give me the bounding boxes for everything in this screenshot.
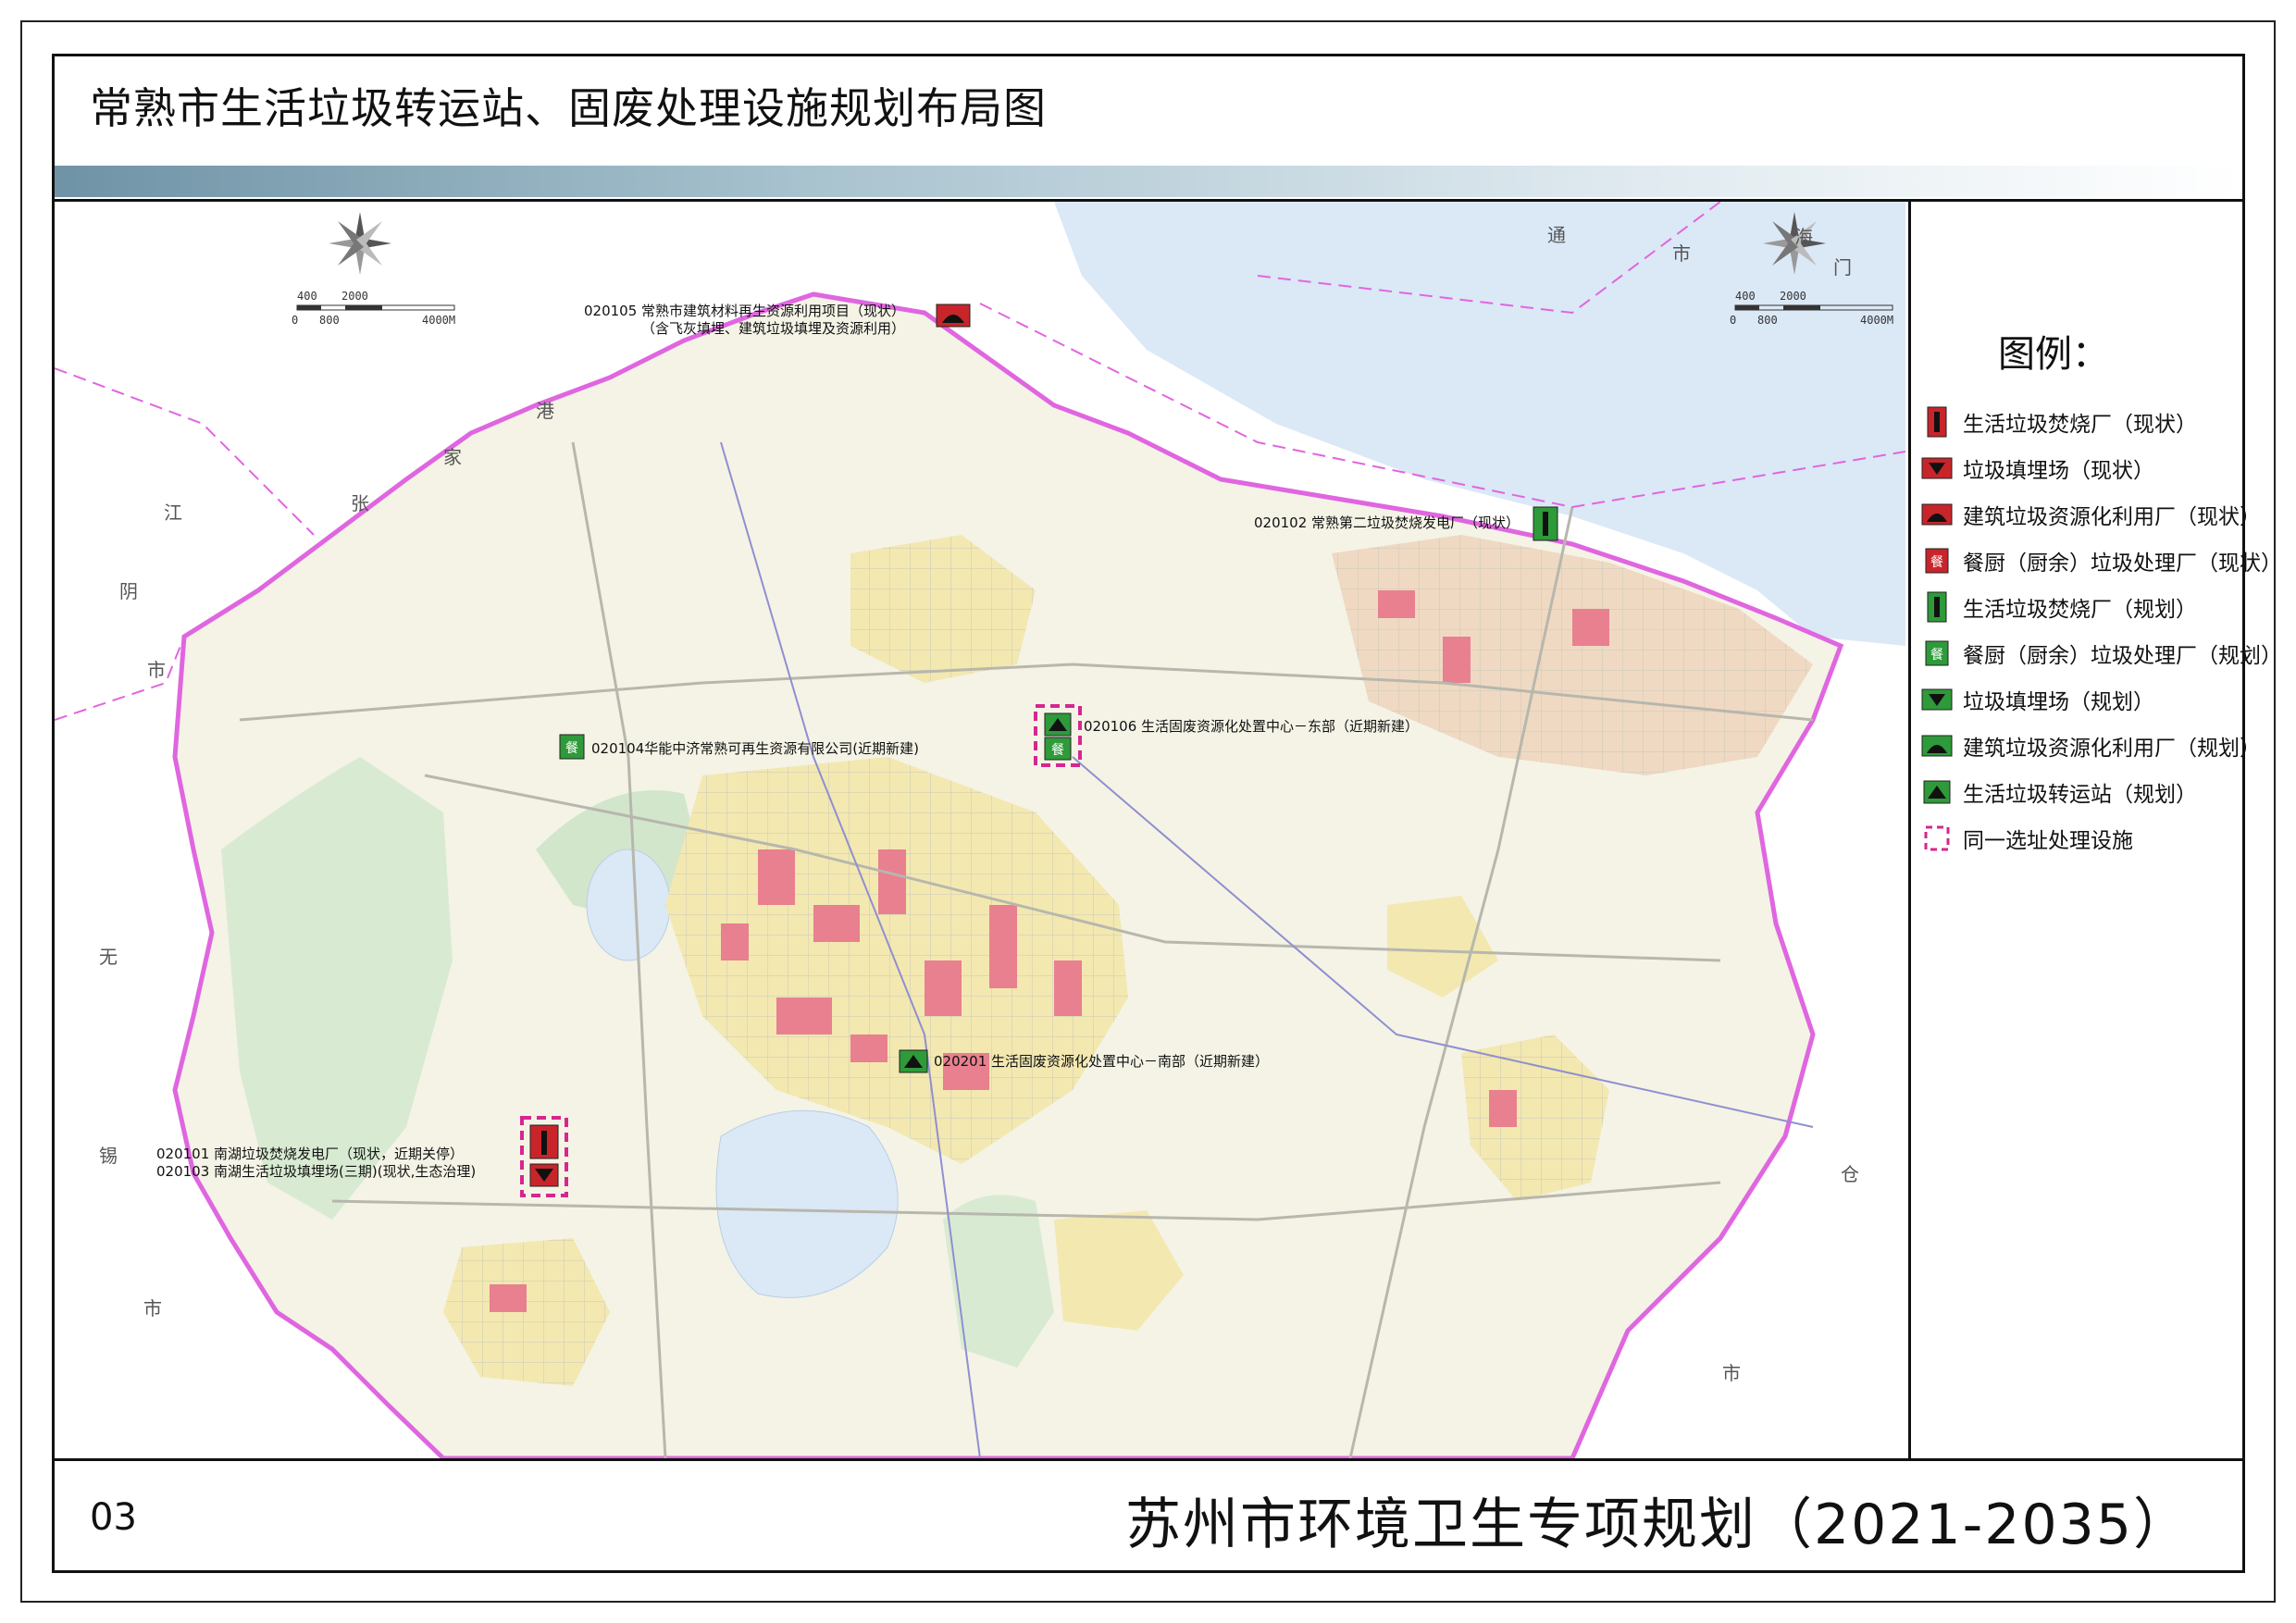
legend-label: 垃圾填埋场（规划） xyxy=(1963,690,2154,714)
place-label: 仓 xyxy=(1841,1163,1859,1185)
kitchen-waste-planned-icon: 餐 xyxy=(1044,737,1072,761)
legend-item: 餐 餐厨（厨余）垃圾处理厂（现状） xyxy=(1920,542,2282,579)
place-label: 江 xyxy=(164,502,182,524)
legend-label: 生活垃圾转运站（规划） xyxy=(1963,783,2197,807)
legend-label: 生活垃圾焚烧厂（规划） xyxy=(1963,598,2197,622)
legend-label: 餐厨（厨余）垃圾处理厂（规划） xyxy=(1963,644,2282,668)
kitchen-waste-planned-icon: 餐 xyxy=(559,734,585,760)
map-panel[interactable]: 400 2000 0 800 4000M 400 2000 0 800 4000… xyxy=(55,202,1905,1458)
place-label: 家 xyxy=(443,446,462,468)
facility-label-020102: 020102 常熟第二垃圾焚烧发电厂（现状） xyxy=(1254,514,1520,531)
landfill-existing-icon xyxy=(1921,457,1953,479)
incinerator-existing-icon xyxy=(1927,406,1947,438)
construction-waste-planned-icon xyxy=(1921,735,1953,757)
scale-label: 4000M xyxy=(1860,314,1893,327)
legend-label: 建筑垃圾资源化利用厂（规划） xyxy=(1963,737,2261,761)
kitchen-waste-existing-icon: 餐 xyxy=(1925,548,1949,574)
scale-label: 4000M xyxy=(422,314,455,327)
place-label: 锡 xyxy=(99,1145,118,1167)
landfill-existing-icon xyxy=(529,1163,559,1187)
page-number: 03 xyxy=(90,1496,137,1539)
scale-label: 2000 xyxy=(1780,290,1806,303)
incinerator-planned-icon xyxy=(1533,506,1558,541)
legend-label: 餐厨（厨余）垃圾处理厂（现状） xyxy=(1963,551,2282,576)
facility-label-020104: 020104华能中济常熟可再生资源有限公司(近期新建) xyxy=(591,740,919,757)
scale-label: 800 xyxy=(1757,314,1778,327)
svg-text:餐: 餐 xyxy=(1051,743,1064,758)
scale-label: 2000 xyxy=(341,290,368,303)
facility-label-020105: 020105 常熟市建筑材料再生资源利用项目（现状） （含飞灰填埋、建筑垃圾填埋… xyxy=(584,303,906,337)
construction-waste-existing-icon xyxy=(1921,503,1953,526)
legend-item: 建筑垃圾资源化利用厂（规划） xyxy=(1920,727,2261,764)
facility-label-020201: 020201 生活固废资源化处置中心－南部（近期新建） xyxy=(934,1053,1270,1070)
scale-label: 400 xyxy=(297,290,317,303)
legend-item: 餐 餐厨（厨余）垃圾处理厂（规划） xyxy=(1920,635,2282,672)
place-label: 阴 xyxy=(119,580,138,602)
place-label: 市 xyxy=(1672,242,1691,265)
svg-text:餐: 餐 xyxy=(565,741,578,756)
transfer-station-planned-icon xyxy=(1044,712,1072,737)
map-sheet: 常熟市生活垃圾转运站、固废处理设施规划布局图 400 2000 0 800 40… xyxy=(52,54,2282,1573)
document-title: 苏州市环境卫生专项规划（2021-2035） xyxy=(1124,1493,2191,1557)
scale-label: 400 xyxy=(1735,290,1756,303)
lake-kunchenghu xyxy=(586,849,671,961)
svg-text:餐: 餐 xyxy=(1930,648,1943,663)
scale-label: 0 xyxy=(292,314,298,327)
legend-label: 垃圾填埋场（现状） xyxy=(1963,459,2154,483)
place-label: 市 xyxy=(147,659,166,681)
facility-label-020106: 020106 生活固废资源化处置中心－东部（近期新建） xyxy=(1084,718,1420,735)
legend-label: 同一选址处理设施 xyxy=(1963,829,2133,853)
svg-text:餐: 餐 xyxy=(1930,555,1943,570)
scale-label: 0 xyxy=(1730,314,1736,327)
footer: 03 苏州市环境卫生专项规划（2021-2035） xyxy=(55,1461,2242,1570)
page-title: 常熟市生活垃圾转运站、固废处理设施规划布局图 xyxy=(90,83,1047,133)
place-label: 港 xyxy=(536,400,554,422)
legend-item: 生活垃圾转运站（规划） xyxy=(1920,774,2235,811)
landfill-planned-icon xyxy=(1921,688,1953,711)
base-map: 400 2000 0 800 4000M 400 2000 0 800 4000… xyxy=(55,202,1905,1458)
co-located-site-icon xyxy=(1924,825,1950,851)
transfer-station-planned-icon xyxy=(1923,780,1951,804)
transfer-station-planned-icon xyxy=(899,1049,928,1073)
place-label: 张 xyxy=(351,492,369,514)
legend-item: 生活垃圾焚烧厂（规划） xyxy=(1920,588,2235,626)
legend-title: 图例： xyxy=(1998,333,2109,376)
legend-item: 同一选址处理设施 xyxy=(1920,820,2235,857)
legend-item: 垃圾填埋场（规划） xyxy=(1920,681,2235,718)
legend-label: 生活垃圾焚烧厂（现状） xyxy=(1963,413,2197,437)
place-label: 无 xyxy=(99,946,118,968)
scale-label: 800 xyxy=(319,314,340,327)
kitchen-waste-planned-icon: 餐 xyxy=(1925,640,1949,666)
legend-item: 垃圾填埋场（现状） xyxy=(1920,450,2235,487)
place-label: 门 xyxy=(1833,256,1852,279)
construction-waste-existing-icon xyxy=(936,304,971,328)
facility-label-020101: 020101 南湖垃圾焚烧发电厂（现状，近期关停） 020103 南湖生活垃圾填… xyxy=(156,1146,477,1180)
place-label: 通 xyxy=(1547,224,1566,246)
place-label: 市 xyxy=(143,1297,162,1319)
incinerator-existing-icon xyxy=(529,1124,559,1159)
legend-panel: 图例： 生活垃圾焚烧厂（现状） 垃圾填埋场（现状） 建筑垃圾资源化利用厂（现状）… xyxy=(1908,202,2282,1458)
incinerator-planned-icon xyxy=(1927,591,1947,623)
legend-item: 建筑垃圾资源化利用厂（现状） xyxy=(1920,496,2261,533)
place-label: 市 xyxy=(1722,1362,1741,1384)
legend-label: 建筑垃圾资源化利用厂（现状） xyxy=(1963,505,2261,529)
legend-item: 生活垃圾焚烧厂（现状） xyxy=(1920,403,2235,440)
place-label: 海 xyxy=(1794,226,1813,248)
title-gradient-bar xyxy=(55,166,2242,197)
north-arrow-left xyxy=(329,212,391,275)
